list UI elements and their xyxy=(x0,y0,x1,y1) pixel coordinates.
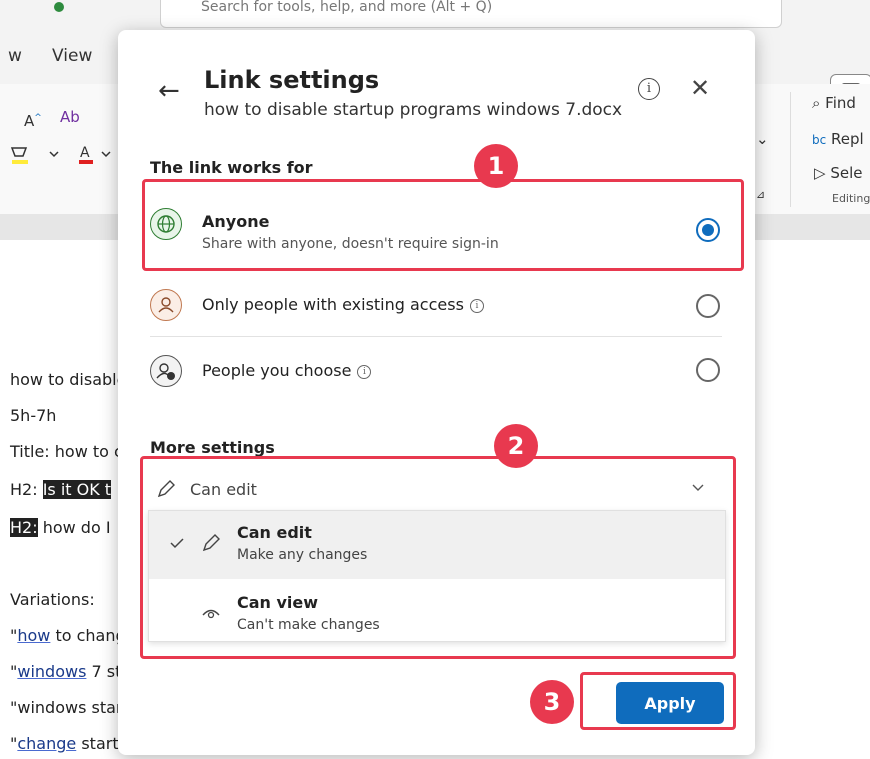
radio-people-you-choose[interactable] xyxy=(696,358,720,382)
text-effects-icon[interactable]: Ab xyxy=(60,108,80,126)
divider xyxy=(150,336,722,337)
menu-item-view[interactable]: View xyxy=(52,46,92,66)
document-line-pre: H2: xyxy=(10,480,43,499)
document-line-text: how to disable xyxy=(10,370,127,389)
dialog-launcher-icon[interactable]: ⊿ xyxy=(756,188,765,201)
document-line: "windows 7 st xyxy=(10,662,121,681)
info-icon[interactable]: i xyxy=(357,364,372,379)
status-dot xyxy=(54,2,64,12)
document-line-hl: H2: xyxy=(10,518,38,537)
document-line: "windows star xyxy=(10,698,122,717)
editing-group-label: Editing xyxy=(832,192,870,205)
title-bar: Search for tools, help, and more (Alt + … xyxy=(0,0,870,32)
search-text: Search for tools, help, and more (Alt + … xyxy=(201,0,493,15)
annotation-box-2 xyxy=(140,456,736,659)
option-title: People you choose i xyxy=(202,361,372,380)
annotation-badge-3: 3 xyxy=(530,680,574,724)
grow-font-icon[interactable]: A^ xyxy=(24,112,42,130)
document-line-hl: Is it OK t xyxy=(42,480,112,499)
replace-button[interactable]: bc Repl xyxy=(812,130,864,148)
document-line-text: "windows star xyxy=(10,698,123,717)
document-line-text: Title: how to c xyxy=(10,442,123,461)
document-line-text: Variations: xyxy=(10,590,95,609)
svg-text:A: A xyxy=(80,145,90,161)
menu-item[interactable]: w xyxy=(8,46,22,66)
radio-existing-access[interactable] xyxy=(696,294,720,318)
document-line: "how to chang xyxy=(10,626,126,645)
document-line: Variations: xyxy=(10,590,95,609)
back-arrow-icon[interactable]: ← xyxy=(158,76,180,106)
document-line-link[interactable]: windows xyxy=(17,662,86,681)
document-line: how to disable xyxy=(10,370,126,389)
document-line: H2: Is it OK t xyxy=(10,480,112,499)
font-color-icon[interactable]: A xyxy=(78,142,118,170)
more-settings-heading: More settings xyxy=(150,438,275,457)
info-icon[interactable]: i xyxy=(469,298,484,313)
option-people-you-choose[interactable]: People you choose i xyxy=(138,342,724,400)
document-line: "change startu xyxy=(10,734,129,753)
people-icon xyxy=(150,355,182,387)
dialog-title: Link settings xyxy=(204,66,380,94)
select-button[interactable]: ▷ Sele xyxy=(814,164,862,182)
close-icon[interactable]: ✕ xyxy=(690,74,710,102)
dialog-subtitle: how to disable startup programs windows … xyxy=(204,100,623,120)
annotation-box-3 xyxy=(580,672,736,730)
find-button[interactable]: ⌕ Find xyxy=(812,94,856,112)
link-works-for-heading: The link works for xyxy=(150,158,313,177)
option-existing-access[interactable]: Only people with existing access i xyxy=(138,276,724,334)
document-line-link[interactable]: change xyxy=(17,734,76,753)
chevron-down-icon[interactable]: ⌄ xyxy=(756,130,769,148)
annotation-badge-1: 1 xyxy=(474,144,518,188)
document-line-text: 5h-7h xyxy=(10,406,57,425)
annotation-box-1 xyxy=(142,179,744,271)
document-line: H2: how do I xyxy=(10,518,111,537)
person-icon xyxy=(150,289,182,321)
document-line: 5h-7h xyxy=(10,406,56,425)
document-line-text: how do I xyxy=(37,518,111,537)
document-line-link[interactable]: how xyxy=(17,626,50,645)
option-title: Only people with existing access i xyxy=(202,295,484,314)
document-line: Title: how to c xyxy=(10,442,123,461)
document-line-text: 7 st xyxy=(86,662,122,681)
annotation-badge-2: 2 xyxy=(494,424,538,468)
ribbon-divider xyxy=(790,92,791,207)
search-box[interactable]: Search for tools, help, and more (Alt + … xyxy=(160,0,782,28)
info-icon[interactable]: i xyxy=(638,78,660,100)
document-line-text: to chang xyxy=(50,626,126,645)
highlight-icon[interactable] xyxy=(10,144,70,170)
